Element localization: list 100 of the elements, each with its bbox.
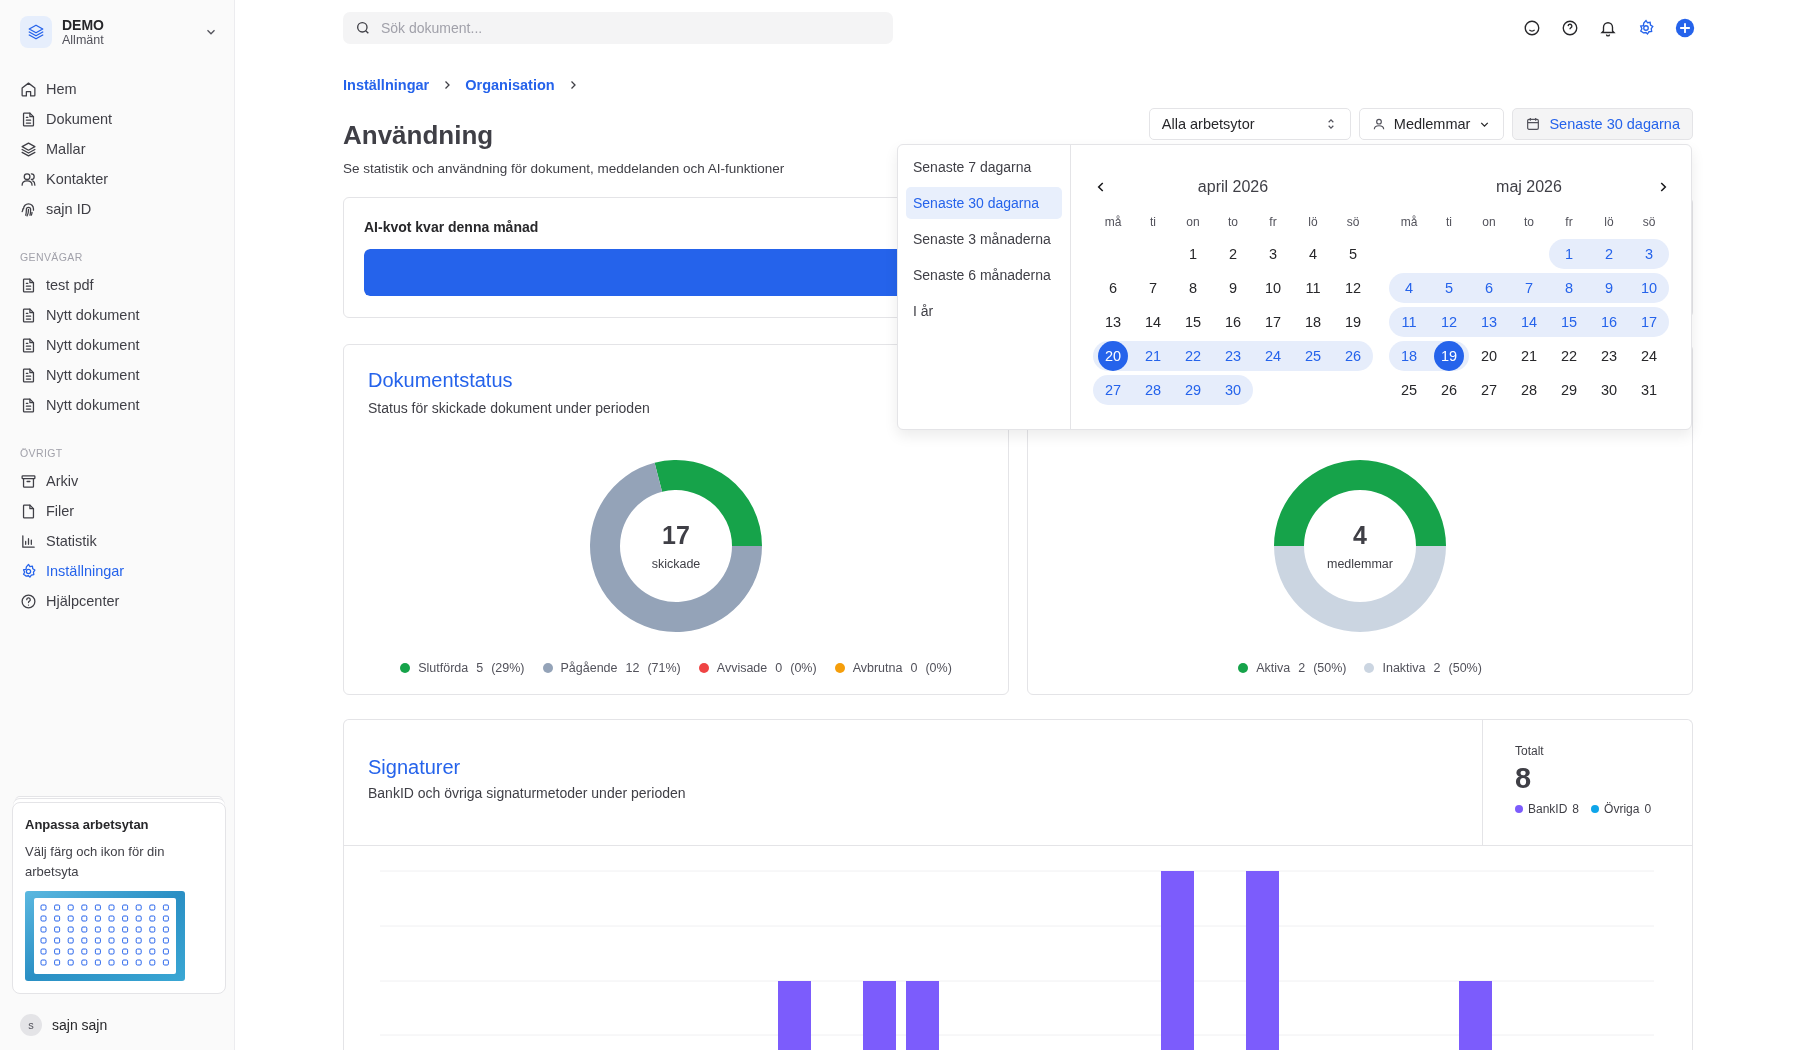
calendar-day[interactable]: 10 [1629, 273, 1669, 303]
calendar-day[interactable]: 27 [1093, 375, 1133, 405]
calendar-day[interactable]: 6 [1469, 273, 1509, 303]
calendar-day[interactable]: 4 [1293, 239, 1333, 269]
breadcrumb-link[interactable]: Organisation [465, 77, 555, 93]
legend-percent: (0%) [925, 661, 952, 675]
calendar-day[interactable]: 17 [1253, 307, 1293, 337]
calendar-day[interactable]: 29 [1173, 375, 1213, 405]
sidebar-item[interactable]: Mallar [16, 134, 90, 164]
workspace-switcher[interactable]: DEMO Allmänt [16, 14, 222, 48]
preset-option[interactable]: Senaste 30 dagarna [906, 187, 1062, 219]
workspace-select[interactable]: Alla arbetsytor [1148, 108, 1351, 140]
calendar-day[interactable]: 18 [1389, 341, 1429, 371]
settings-icon[interactable] [1637, 19, 1655, 37]
calendar-day[interactable]: 23 [1213, 341, 1253, 371]
calendar-day[interactable]: 22 [1549, 341, 1589, 371]
calendar-day[interactable]: 24 [1253, 341, 1293, 371]
calendar-day[interactable]: 7 [1133, 273, 1173, 303]
preset-option[interactable]: Senaste 3 månaderna [906, 223, 1062, 255]
calendar-day[interactable]: 18 [1293, 307, 1333, 337]
calendar-day[interactable]: 17 [1629, 307, 1669, 337]
members-select[interactable]: Medlemmar [1358, 108, 1505, 140]
sidebar-item[interactable]: Kontakter [16, 164, 113, 194]
sidebar-item[interactable]: Inställningar [16, 556, 129, 586]
calendar-day[interactable]: 14 [1509, 307, 1549, 337]
calendar-day[interactable]: 11 [1293, 273, 1333, 303]
calendar-day[interactable]: 13 [1469, 307, 1509, 337]
calendar-day[interactable]: 13 [1093, 307, 1133, 337]
sidebar-item[interactable]: Dokument [16, 104, 117, 134]
calendar-day[interactable]: 2 [1213, 239, 1253, 269]
calendar-day[interactable]: 9 [1589, 273, 1629, 303]
calendar-day[interactable]: 25 [1389, 375, 1429, 405]
period-select[interactable]: Senaste 30 dagarna [1512, 108, 1693, 140]
calendar-day[interactable]: 28 [1133, 375, 1173, 405]
sidebar-item[interactable]: Nytt dokument [16, 360, 144, 390]
preset-option[interactable]: Senaste 7 dagarna [906, 151, 1062, 183]
calendar-day[interactable]: 21 [1509, 341, 1549, 371]
calendar-day[interactable]: 1 [1549, 239, 1589, 269]
sidebar-item[interactable]: Nytt dokument [16, 330, 144, 360]
help-icon[interactable] [1561, 19, 1579, 37]
calendar-day[interactable]: 9 [1213, 273, 1253, 303]
breadcrumb-link[interactable]: Inställningar [343, 77, 430, 93]
sidebar-item[interactable]: Hem [16, 74, 81, 104]
calendar-day[interactable]: 22 [1173, 341, 1213, 371]
calendar-day[interactable]: 11 [1389, 307, 1429, 337]
calendar-day[interactable]: 8 [1173, 273, 1213, 303]
legend-count: 12 [625, 661, 640, 675]
add-icon[interactable] [1675, 18, 1695, 38]
calendar-day[interactable]: 5 [1429, 273, 1469, 303]
calendar-day[interactable]: 25 [1293, 341, 1333, 371]
calendar-day[interactable]: 21 [1133, 341, 1173, 371]
calendar-day[interactable]: 6 [1093, 273, 1133, 303]
calendar-day[interactable]: 26 [1333, 341, 1373, 371]
calendar-day[interactable]: 28 [1509, 375, 1549, 405]
calendar-day[interactable]: 5 [1333, 239, 1373, 269]
sidebar-item[interactable]: Filer [16, 496, 79, 526]
calendar-day[interactable]: 2 [1589, 239, 1629, 269]
calendar-day[interactable]: 30 [1213, 375, 1253, 405]
calendar-day[interactable]: 3 [1629, 239, 1669, 269]
calendar-day[interactable]: 23 [1589, 341, 1629, 371]
user-avatar[interactable]: s [20, 1014, 42, 1036]
weekday-label: ti [1445, 214, 1453, 231]
calendar-day[interactable]: 16 [1213, 307, 1253, 337]
weekday-label: to [1523, 214, 1535, 231]
calendar-day[interactable]: 4 [1389, 273, 1429, 303]
calendar-day[interactable]: 26 [1429, 375, 1469, 405]
sidebar-item[interactable]: Arkiv [16, 466, 83, 496]
calendar-day[interactable]: 7 [1509, 273, 1549, 303]
calendar-day[interactable]: 14 [1133, 307, 1173, 337]
calendar-day[interactable]: 12 [1429, 307, 1469, 337]
calendar-day[interactable]: 20 [1093, 341, 1133, 371]
calendar-day[interactable]: 24 [1629, 341, 1669, 371]
preset-option[interactable]: Senaste 6 månaderna [906, 259, 1062, 291]
sidebar-item[interactable]: Nytt dokument [16, 390, 144, 420]
smiley-icon[interactable] [1523, 19, 1541, 37]
calendar-day[interactable]: 3 [1253, 239, 1293, 269]
calendar-day[interactable]: 15 [1549, 307, 1589, 337]
calendar-day[interactable]: 16 [1589, 307, 1629, 337]
calendar-day[interactable]: 10 [1253, 273, 1293, 303]
search-field[interactable]: Sök dokument... [343, 12, 893, 44]
calendar-day[interactable]: 27 [1469, 375, 1509, 405]
calendar-day[interactable]: 29 [1549, 375, 1589, 405]
calendar-day[interactable]: 15 [1173, 307, 1213, 337]
calendar-day[interactable]: 1 [1173, 239, 1213, 269]
bell-icon[interactable] [1599, 19, 1617, 37]
calendar-day[interactable]: 31 [1629, 375, 1669, 405]
calendar-day[interactable]: 19 [1429, 341, 1469, 371]
sidebar-item[interactable]: Statistik [16, 526, 101, 556]
sidebar-item[interactable]: Hjälpcenter [16, 586, 124, 616]
calendar-day[interactable]: 8 [1549, 273, 1589, 303]
preset-option[interactable]: I år [906, 295, 1062, 327]
card-title: Dokumentstatus [368, 369, 513, 392]
sidebar-item[interactable]: test pdf [16, 270, 98, 300]
calendar-day[interactable]: 20 [1469, 341, 1509, 371]
calendar-day[interactable]: 12 [1333, 273, 1373, 303]
calendar-day[interactable]: 19 [1333, 307, 1373, 337]
sidebar-item[interactable]: sajn ID [16, 194, 96, 224]
sidebar-item[interactable]: Nytt dokument [16, 300, 144, 330]
legend-label: Inaktiva [1382, 661, 1426, 675]
calendar-day[interactable]: 30 [1589, 375, 1629, 405]
